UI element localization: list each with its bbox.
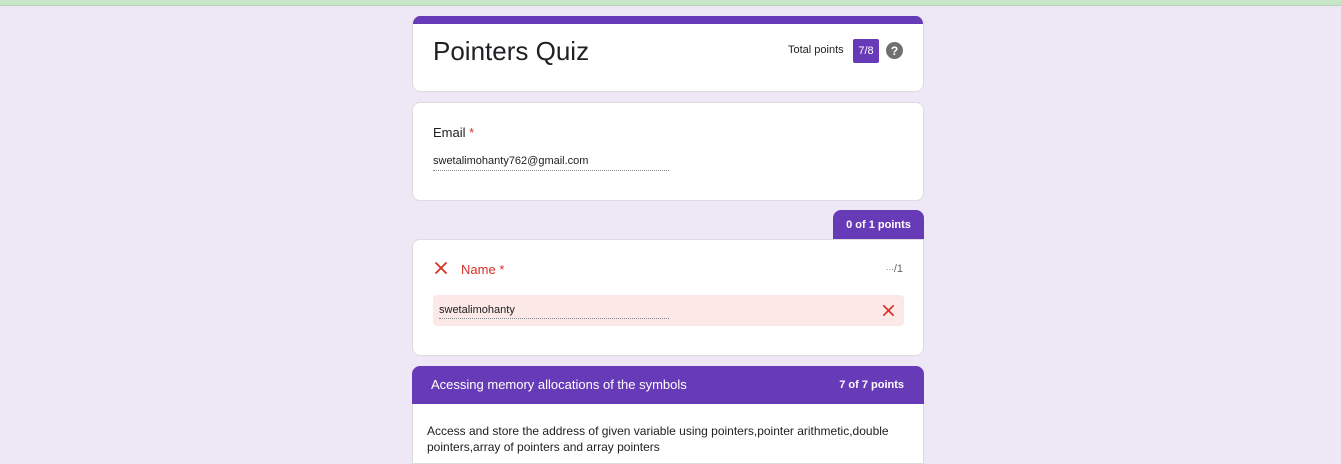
email-card: Email * swetalimohanty762@gmail.com <box>412 102 924 201</box>
help-icon[interactable]: ? <box>886 42 903 59</box>
email-label: Email * <box>433 125 474 140</box>
form-title: Pointers Quiz <box>433 36 590 66</box>
name-question-label: Name * <box>461 262 504 277</box>
browser-top-strip <box>0 0 1341 6</box>
header-accent-bar <box>413 16 923 24</box>
total-points-label: Total points <box>788 44 844 56</box>
section-description: Access and store the address of given va… <box>427 424 889 454</box>
section-title: Acessing memory allocations of the symbo… <box>431 377 687 392</box>
score-total: /1 <box>893 263 903 275</box>
answer-box-incorrect: swetalimohanty <box>433 295 904 326</box>
close-icon <box>882 304 895 317</box>
name-answer: swetalimohanty <box>439 304 669 319</box>
required-asterisk: * <box>499 262 505 277</box>
question-points-tab: 0 of 1 points <box>833 210 924 240</box>
section-body: Access and store the address of given va… <box>412 404 924 464</box>
total-points-badge: 7/8 <box>853 39 879 63</box>
section-points: 7 of 7 points <box>839 379 904 391</box>
section-header: Acessing memory allocations of the symbo… <box>412 366 924 404</box>
x-icon <box>435 262 447 274</box>
name-question-card: Name * ···/1 swetalimohanty <box>412 239 924 356</box>
question-score: ···/1 <box>886 263 903 275</box>
score-placeholder: ··· <box>885 265 894 274</box>
email-label-text: Email <box>433 125 466 140</box>
form-header-card: Pointers Quiz Total points 7/8 ? <box>412 16 924 92</box>
email-field: swetalimohanty762@gmail.com <box>433 155 669 171</box>
required-asterisk: * <box>469 125 475 140</box>
name-label-text: Name <box>461 262 496 277</box>
